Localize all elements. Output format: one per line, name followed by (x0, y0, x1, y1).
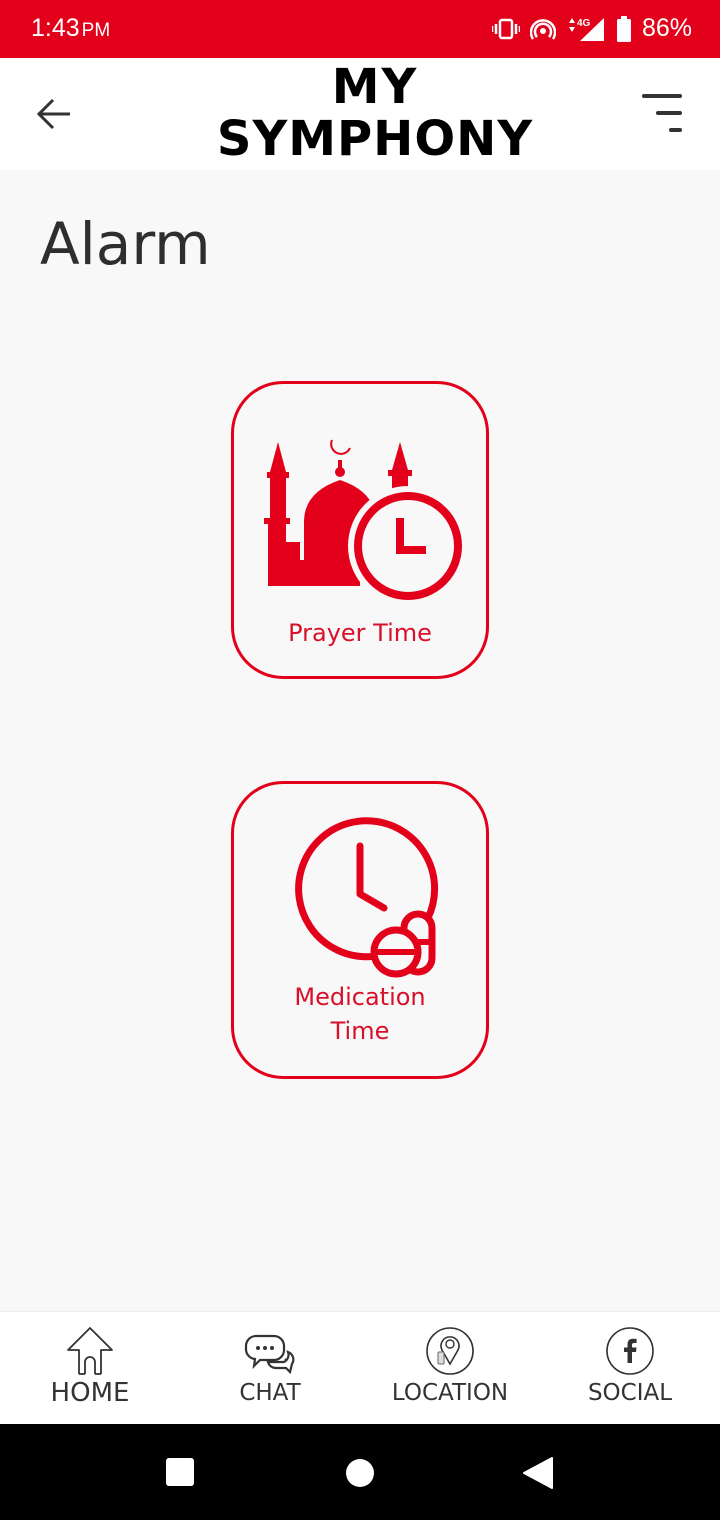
nav-location-label: LOCATION (391, 1380, 509, 1406)
prayer-time-label: Prayer Time (288, 619, 432, 647)
nav-home-label: HOME (50, 1378, 130, 1408)
recents-icon (166, 1458, 194, 1486)
medication-label-line1: Medication (294, 983, 426, 1011)
home-circle-icon (346, 1459, 374, 1487)
back-nav-button[interactable] (522, 1456, 554, 1495)
medication-time-button[interactable]: Medication Time (231, 781, 489, 1079)
nav-social[interactable]: SOCIAL (540, 1312, 720, 1425)
page-title: Alarm (40, 210, 211, 278)
medication-time-label: Medication Time (234, 980, 486, 1048)
status-icons: 4G 86% (491, 14, 692, 43)
clock-pill-icon (295, 817, 439, 978)
logo-line1: MY (331, 59, 419, 115)
recents-button[interactable] (165, 1457, 195, 1492)
battery-percent: 86% (641, 14, 692, 42)
vibrate-icon (491, 18, 520, 39)
battery-icon (616, 15, 631, 42)
svg-text:4G: 4G (577, 18, 591, 29)
menu-icon (642, 94, 682, 132)
status-bar: 1:43 PM 4G 86% (0, 0, 720, 58)
system-nav-bar (0, 1424, 720, 1520)
ampm-text: PM (81, 20, 111, 41)
nav-chat[interactable]: CHAT (180, 1312, 360, 1425)
home-button[interactable] (344, 1457, 376, 1494)
facebook-icon (606, 1327, 654, 1375)
home-icon (67, 1327, 113, 1375)
arrow-left-icon (36, 98, 70, 130)
app-header: MY SYMPHONY (0, 58, 720, 170)
menu-button[interactable] (640, 92, 684, 136)
chat-icon (244, 1334, 295, 1375)
mosque-clock-icon (264, 439, 466, 606)
nav-chat-label: CHAT (239, 1380, 301, 1406)
hotspot-icon (529, 18, 556, 40)
medication-label-line2: Time (330, 1017, 390, 1045)
prayer-time-button[interactable]: Prayer Time (231, 381, 489, 679)
location-icon (426, 1327, 474, 1375)
time-text: 1:43 (31, 14, 80, 42)
back-button[interactable] (34, 94, 74, 134)
app-logo: MY SYMPHONY (180, 60, 570, 168)
bottom-nav: HOME CHAT LOCATION SOCIAL (0, 1311, 720, 1424)
status-time: 1:43 PM (31, 14, 110, 43)
signal-icon: 4G (568, 17, 604, 41)
nav-home[interactable]: HOME (0, 1312, 180, 1425)
logo-line2: SYMPHONY (216, 111, 534, 167)
nav-location[interactable]: LOCATION (360, 1312, 540, 1425)
nav-social-label: SOCIAL (587, 1380, 673, 1406)
back-triangle-icon (523, 1457, 553, 1489)
